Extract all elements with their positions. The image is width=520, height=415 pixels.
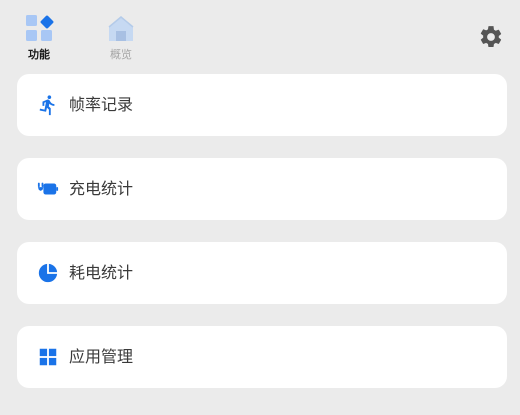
card-label: 充电统计 [69,179,134,198]
pie-chart-icon [38,263,58,283]
tab-overview[interactable]: 概览 [96,10,146,66]
card-power-consumption-stats[interactable]: 耗电统计 [17,242,507,304]
card-frame-rate-record[interactable]: 帧率记录 [17,74,507,136]
top-bar: 功能 概览 [0,0,520,70]
charging-battery-icon [37,182,59,195]
tab-functions[interactable]: 功能 [14,10,64,66]
home-icon [108,16,134,41]
running-person-icon [39,95,55,116]
card-label: 帧率记录 [69,95,134,114]
apps-grid-icon [39,348,57,366]
gear-icon[interactable] [478,24,504,50]
tab-overview-label: 概览 [110,48,132,61]
card-label: 应用管理 [69,347,134,366]
grid-diamond-icon [26,15,54,41]
tab-functions-label: 功能 [28,48,50,61]
card-label: 耗电统计 [69,263,134,282]
card-charging-stats[interactable]: 充电统计 [17,158,507,220]
card-app-management[interactable]: 应用管理 [17,326,507,388]
